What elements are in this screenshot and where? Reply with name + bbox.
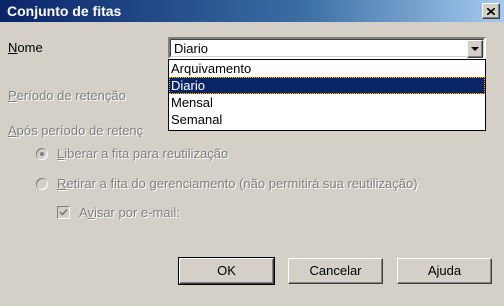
apos-periodo-label: Após período de retenç	[8, 123, 144, 138]
chevron-down-icon	[471, 46, 479, 51]
close-button[interactable]	[482, 3, 500, 19]
help-button[interactable]: Ajuda	[397, 258, 492, 284]
avisar-label: Avisar por e-mail:	[79, 205, 180, 220]
avisar-checkbox[interactable]	[57, 206, 70, 219]
radio-dot	[40, 152, 44, 156]
radio-retirar-label: Retirar a fita do gerenciamento (não per…	[57, 176, 418, 191]
check-icon	[59, 208, 68, 216]
title-bar[interactable]: Conjunto de fitas	[0, 0, 504, 22]
combo-frame: Diario	[170, 39, 484, 58]
dropdown-option-semanal[interactable]: Semanal	[169, 111, 485, 128]
dropdown-option-mensal[interactable]: Mensal	[169, 94, 485, 111]
nome-combobox[interactable]: Diario	[168, 37, 486, 59]
cancel-button[interactable]: Cancelar	[288, 258, 383, 284]
nome-dropdown-list: Arquivamento Diario Mensal Semanal	[168, 59, 486, 131]
ok-button[interactable]: OK	[178, 257, 275, 285]
dropdown-option-diario[interactable]: Diario	[169, 77, 485, 94]
combo-value: Diario	[174, 41, 208, 56]
combo-dropdown-button[interactable]	[467, 40, 483, 58]
dropdown-option-arquivamento[interactable]: Arquivamento	[169, 60, 485, 77]
radio-liberar[interactable]	[36, 148, 48, 160]
radio-retirar[interactable]	[36, 178, 48, 190]
close-icon	[487, 7, 495, 15]
tape-set-dialog: Conjunto de fitas Nome Diario Período de…	[0, 0, 504, 306]
radio-liberar-label: Liberar a fita para reutilização	[57, 146, 229, 161]
nome-label: Nome	[8, 40, 43, 55]
periodo-label: Período de retenção	[8, 88, 126, 103]
window-title: Conjunto de fitas	[7, 3, 122, 19]
